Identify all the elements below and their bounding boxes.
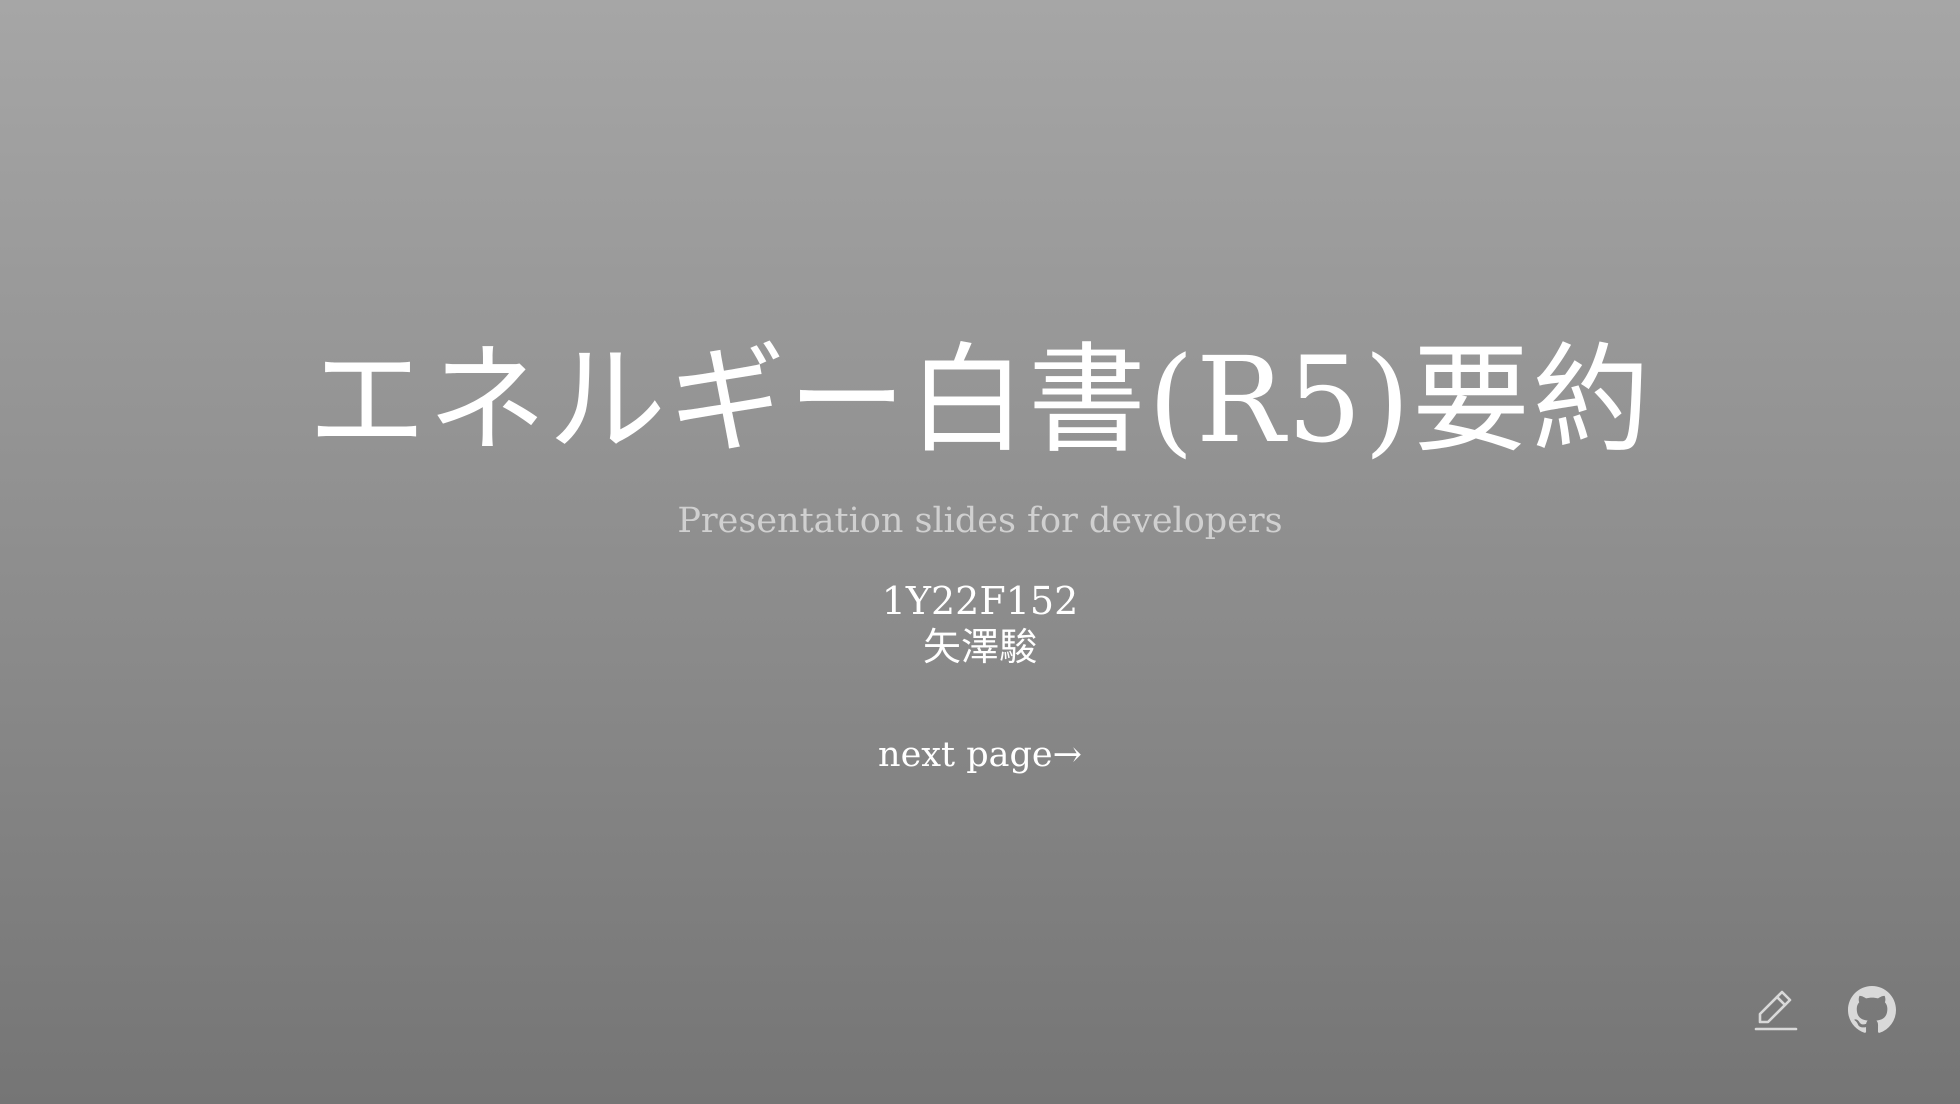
slide-title: エネルギー白書(R5)要約 xyxy=(308,331,1652,469)
author-name: 矢澤駿 xyxy=(922,625,1037,669)
edit-button[interactable] xyxy=(1752,986,1800,1034)
github-icon xyxy=(1848,986,1896,1033)
slide: エネルギー白書(R5)要約 Presentation slides for de… xyxy=(0,0,1960,1104)
author-id: 1Y22F152 xyxy=(881,579,1079,623)
pencil-icon xyxy=(1754,990,1798,1031)
slide-subtitle: Presentation slides for developers xyxy=(677,501,1283,541)
github-button[interactable] xyxy=(1848,986,1896,1034)
next-page-link[interactable]: next page→ xyxy=(878,735,1082,775)
next-page-row: next page→ xyxy=(0,732,1960,778)
